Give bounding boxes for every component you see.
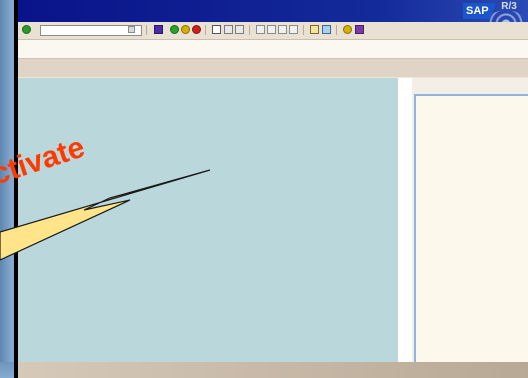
separator: [303, 25, 304, 35]
separator: [336, 25, 337, 35]
pane-splitter[interactable]: [398, 78, 412, 362]
layout-icon[interactable]: [355, 25, 364, 34]
title-area: [18, 40, 528, 58]
cancel-icon[interactable]: [192, 25, 201, 34]
previous-page-icon[interactable]: [267, 25, 276, 34]
command-field[interactable]: [40, 25, 142, 36]
exit-icon[interactable]: [181, 25, 190, 34]
system-toolbar: [18, 22, 528, 40]
find-next-icon[interactable]: [235, 25, 244, 34]
separator: [249, 25, 250, 35]
separator: [146, 25, 147, 35]
next-page-icon[interactable]: [278, 25, 287, 34]
separator: [205, 25, 206, 35]
last-page-icon[interactable]: [289, 25, 298, 34]
print-icon[interactable]: [212, 25, 221, 34]
status-bar: [18, 362, 528, 378]
right-pane: [412, 78, 528, 364]
back-icon[interactable]: [170, 25, 179, 34]
enter-icon[interactable]: [22, 25, 31, 34]
save-icon[interactable]: [154, 25, 163, 34]
shortcut-icon[interactable]: [322, 25, 331, 34]
title-bar: SAP R/3: [18, 0, 528, 38]
find-icon[interactable]: [224, 25, 233, 34]
application-toolbar: [18, 58, 528, 77]
first-page-icon[interactable]: [256, 25, 265, 34]
dropdown-icon[interactable]: [128, 26, 135, 33]
right-pane-content: [414, 94, 528, 364]
create-session-icon[interactable]: [310, 25, 319, 34]
callout-shape: [0, 169, 211, 261]
help-icon[interactable]: [343, 25, 352, 34]
